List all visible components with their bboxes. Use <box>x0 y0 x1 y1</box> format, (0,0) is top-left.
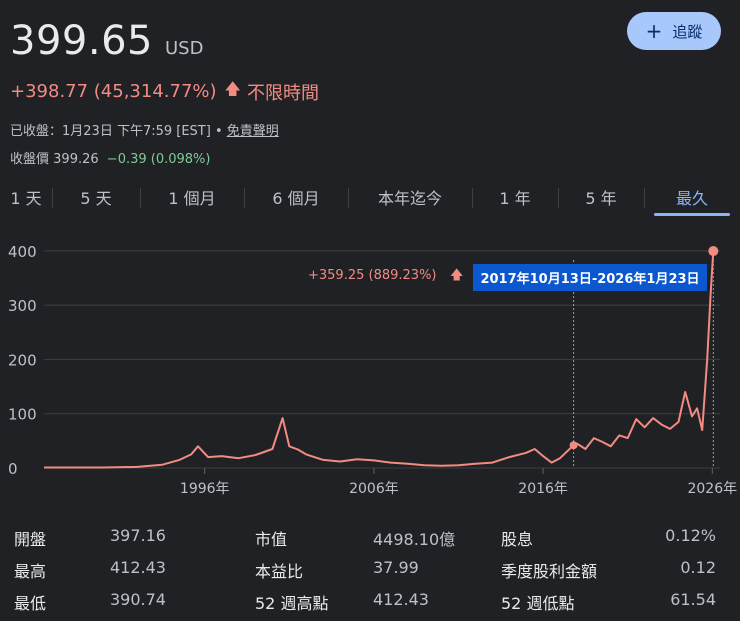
tooltip-change: +359.25 (889.23%) <box>308 268 437 283</box>
price-header: 399.65 USD <box>10 18 203 64</box>
tab-6[interactable]: 5 年 <box>558 180 644 214</box>
market-closed-text: 已收盤：1月23日 下午7:59 [EST] • <box>10 124 223 139</box>
stat-value: 412.43 <box>373 590 429 609</box>
stat-value: 0.12 <box>680 558 716 577</box>
y-tick-label: 300 <box>8 297 37 315</box>
stat-label: 本益比 <box>255 562 304 581</box>
stat-value: 390.74 <box>110 590 166 609</box>
currency: USD <box>164 38 204 59</box>
stat-cell: 最低 390.74 <box>14 590 255 614</box>
stats-row: 最低 390.74 52 週高點 412.43 52 週低點 61.54 <box>0 586 740 618</box>
stat-label: 市值 <box>255 530 288 549</box>
tooltip-date-range: 2017年10月13日-2026年1月23日 <box>473 264 707 291</box>
x-tick-label: 2006年 <box>349 481 399 497</box>
stat-cell: 52 週高點 412.43 <box>255 590 501 614</box>
follow-button[interactable]: + 追蹤 <box>627 12 721 50</box>
y-tick-label: 200 <box>8 351 37 369</box>
key-stats: 開盤 397.16 市值 4498.10億 股息 0.12% 最高 412.43 本益比 37.9… <box>0 522 740 618</box>
stat-cell: 市值 4498.10億 <box>255 526 501 550</box>
stats-row: 開盤 397.16 市值 4498.10億 股息 0.12% <box>0 522 740 554</box>
disclaimer-link[interactable]: 免責聲明 <box>227 124 279 139</box>
stat-value: 397.16 <box>110 526 166 545</box>
stat-value: 0.12% <box>665 526 716 545</box>
stat-label: 最高 <box>14 562 47 581</box>
stat-value: 37.99 <box>373 558 419 577</box>
close-price: 399.26 <box>53 152 99 167</box>
arrow-up-icon: 🡅 <box>224 79 241 98</box>
tab-4[interactable]: 本年迄今 <box>348 180 472 214</box>
stat-value: 61.54 <box>670 590 716 609</box>
current-price: 399.65 <box>10 18 153 64</box>
stat-cell: 52 週低點 61.54 <box>501 590 716 614</box>
change-value: +398.77 (45,314.77%) <box>10 81 217 102</box>
tab-5[interactable]: 1 年 <box>472 180 558 214</box>
range-start-point <box>569 441 578 450</box>
price-change: +398.77 (45,314.77%) 🡅 不限時間 <box>10 78 319 105</box>
stat-label: 52 週低點 <box>501 594 575 613</box>
stat-cell: 本益比 37.99 <box>255 558 501 582</box>
tab-0[interactable]: 1 天 <box>0 180 52 214</box>
tab-7[interactable]: 最久 <box>644 180 740 216</box>
current-price-point <box>708 246 719 257</box>
x-tick-label: 2026年 <box>687 481 737 497</box>
stat-cell: 最高 412.43 <box>14 558 255 582</box>
arrow-up-icon: 🡅 <box>450 268 464 283</box>
follow-button-label: 追蹤 <box>672 22 703 41</box>
stat-label: 季度股利金額 <box>501 562 598 581</box>
tab-2[interactable]: 1 個月 <box>140 180 244 214</box>
plus-icon: + <box>645 19 663 43</box>
tab-1[interactable]: 5 天 <box>52 180 140 214</box>
time-range-tabs: 1 天5 天1 個月 6 個月 本年迄今 1 年5 年最久 <box>0 180 740 216</box>
y-tick-label: 100 <box>8 406 37 424</box>
stat-label: 最低 <box>14 594 47 613</box>
stats-row: 最高 412.43 本益比 37.99 季度股利金額 0.12 <box>0 554 740 586</box>
stat-cell: 開盤 397.16 <box>14 526 255 550</box>
stat-label: 股息 <box>501 530 534 549</box>
stat-cell: 季度股利金額 0.12 <box>501 558 716 582</box>
stat-value: 4498.10億 <box>373 530 456 549</box>
x-tick-label: 2016年 <box>518 481 568 497</box>
x-tick-label: 1996年 <box>180 481 230 497</box>
close-label: 收盤價 <box>10 152 50 167</box>
stat-label: 52 週高點 <box>255 594 329 613</box>
tab-3[interactable]: 6 個月 <box>244 180 348 214</box>
y-tick-label: 0 <box>8 460 18 478</box>
y-tick-label: 400 <box>8 243 37 261</box>
market-status: 已收盤：1月23日 下午7:59 [EST] • 免責聲明 <box>10 120 279 139</box>
change-period: 不限時間 <box>247 82 319 104</box>
stat-label: 開盤 <box>14 530 47 549</box>
stat-value: 412.43 <box>110 558 166 577</box>
close-price-row: 收盤價 399.26 −0.39 (0.098%) <box>10 148 210 167</box>
close-change: −0.39 (0.098%) <box>106 152 211 167</box>
stat-cell: 股息 0.12% <box>501 526 716 550</box>
